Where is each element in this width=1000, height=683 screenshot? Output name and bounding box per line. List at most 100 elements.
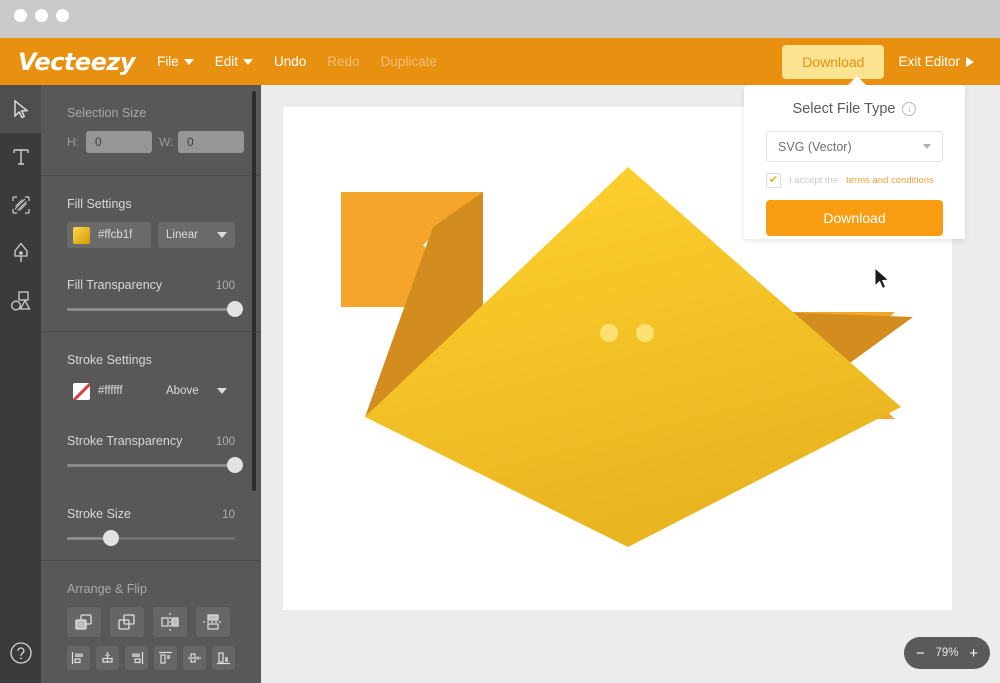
height-input[interactable] bbox=[86, 131, 152, 153]
stroke-size-slider[interactable] bbox=[67, 530, 235, 546]
tool-select-cursor[interactable] bbox=[0, 85, 41, 133]
stroke-transparency-slider-knob[interactable] bbox=[227, 457, 243, 473]
align-bottom-button[interactable] bbox=[212, 646, 235, 670]
fill-transparency-slider-knob[interactable] bbox=[227, 301, 243, 317]
chevron-down-icon bbox=[217, 232, 227, 238]
zoom-control: − 79% + bbox=[904, 637, 990, 669]
dropdown-title-row: Select File Type i bbox=[744, 85, 965, 117]
stroke-color-swatch bbox=[73, 382, 90, 400]
zoom-out-button[interactable]: − bbox=[916, 646, 925, 661]
exit-editor-button[interactable]: Exit Editor bbox=[886, 45, 986, 78]
stroke-size-header: Stroke Size 10 bbox=[67, 487, 235, 521]
download-file-type-panel: Select File Type i SVG (Vector) ✔ I acce… bbox=[744, 76, 965, 239]
align-center-v-button[interactable] bbox=[183, 646, 206, 670]
check-icon: ✔ bbox=[768, 174, 779, 186]
stroke-transparency-slider[interactable] bbox=[67, 457, 243, 473]
stroke-transparency-slider-fill bbox=[67, 464, 235, 467]
file-type-select[interactable]: SVG (Vector) bbox=[766, 131, 943, 162]
fill-color-swatch bbox=[73, 226, 90, 244]
tool-text[interactable] bbox=[0, 133, 41, 181]
stroke-settings-title: Stroke Settings bbox=[67, 353, 152, 367]
dropdown-pointer bbox=[847, 76, 867, 86]
align-right-button[interactable] bbox=[125, 646, 148, 670]
chevron-down-icon bbox=[217, 388, 227, 394]
selection-size-section: Selection Size H: W: bbox=[41, 85, 261, 175]
tool-transform[interactable] bbox=[0, 181, 41, 229]
align-center-h-button[interactable] bbox=[96, 646, 119, 670]
menu-item-file-label: File bbox=[156, 54, 179, 69]
menu-item-undo[interactable]: Undo bbox=[274, 54, 306, 69]
sidebar-scrollbar[interactable] bbox=[252, 91, 256, 491]
stroke-position-value: Above bbox=[166, 385, 199, 397]
terms-prefix-label: I accept the bbox=[789, 175, 839, 186]
send-backward-button[interactable] bbox=[110, 607, 144, 637]
properties-sidebar: Selection Size H: W: Fill Settings #ffcb… bbox=[41, 85, 261, 683]
fill-transparency-slider[interactable] bbox=[67, 301, 243, 317]
fill-color-swatch-button[interactable]: #ffcb1f bbox=[67, 222, 151, 248]
arrange-flip-title: Arrange & Flip bbox=[67, 582, 147, 596]
fill-transparency-slider-fill bbox=[67, 308, 235, 311]
stroke-transparency-label: Stroke Transparency bbox=[67, 434, 183, 448]
tool-strip bbox=[0, 85, 41, 683]
flip-horizontal-button[interactable] bbox=[153, 607, 187, 637]
stroke-size-label: Stroke Size bbox=[67, 507, 131, 521]
fill-transparency-label: Fill Transparency bbox=[67, 278, 163, 292]
stroke-size-slider-knob[interactable] bbox=[102, 530, 119, 546]
menu-item-duplicate[interactable]: Duplicate bbox=[381, 54, 437, 69]
menu-item-edit-label: Edit bbox=[214, 54, 239, 69]
stroke-color-swatch-button[interactable]: #ffffff bbox=[67, 378, 151, 404]
selection-size-title: Selection Size bbox=[67, 106, 147, 120]
tool-pen[interactable] bbox=[0, 229, 41, 277]
file-type-value: SVG (Vector) bbox=[778, 139, 852, 154]
menu-item-redo[interactable]: Redo bbox=[327, 54, 359, 69]
width-label: W: bbox=[159, 135, 174, 149]
fill-type-select[interactable]: Linear bbox=[158, 222, 235, 248]
arrange-flip-section: Arrange & Flip bbox=[41, 561, 261, 683]
window-minimize-dot[interactable] bbox=[35, 9, 48, 22]
info-icon[interactable]: i bbox=[902, 102, 917, 116]
tool-shapes[interactable] bbox=[0, 277, 41, 325]
stroke-controls: #ffffff Above bbox=[67, 378, 235, 414]
arrange-buttons-row bbox=[67, 607, 235, 646]
terms-row: ✔ I accept the terms and conditions bbox=[766, 173, 943, 188]
zoom-level-value: 79% bbox=[935, 647, 959, 659]
fill-transparency-header: Fill Transparency 100 bbox=[67, 258, 235, 292]
vecteezy-logo[interactable]: Vecteezy bbox=[18, 48, 135, 76]
dropdown-title: Select File Type bbox=[792, 101, 896, 117]
download-button[interactable]: Download bbox=[782, 44, 885, 79]
main-menu: File Edit Undo Redo Duplicate bbox=[157, 54, 437, 69]
menu-item-edit[interactable]: Edit bbox=[214, 54, 254, 69]
stroke-size-value: 10 bbox=[222, 509, 235, 521]
zoom-in-button[interactable]: + bbox=[969, 646, 978, 661]
confirm-download-button[interactable]: Download bbox=[766, 200, 943, 236]
window-close-dot[interactable] bbox=[14, 9, 27, 22]
help-button[interactable] bbox=[0, 631, 41, 675]
stroke-hex-value: #ffffff bbox=[98, 385, 123, 397]
terms-and-conditions-link[interactable]: terms and conditions bbox=[846, 175, 934, 186]
chevron-down-icon bbox=[183, 58, 194, 65]
accept-terms-checkbox[interactable]: ✔ bbox=[766, 173, 781, 188]
window-maximize-dot[interactable] bbox=[56, 9, 69, 22]
bring-forward-button[interactable] bbox=[67, 607, 101, 637]
stroke-position-select[interactable]: Above bbox=[158, 378, 235, 404]
selection-size-fields: H: W: bbox=[67, 131, 244, 175]
toolbar-right-actions: Download Exit Editor bbox=[782, 44, 986, 79]
align-left-button[interactable] bbox=[67, 646, 90, 670]
align-buttons-row bbox=[67, 646, 235, 683]
fish-eye-right bbox=[636, 324, 654, 342]
fill-transparency-value: 100 bbox=[215, 280, 235, 292]
menu-item-file[interactable]: File bbox=[157, 54, 194, 69]
stroke-transparency-header: Stroke Transparency 100 bbox=[67, 414, 235, 448]
flip-vertical-button[interactable] bbox=[196, 607, 230, 637]
stroke-settings-section: Stroke Settings #ffffff Above Stroke Tra… bbox=[41, 332, 261, 546]
chevron-down-icon bbox=[243, 58, 254, 65]
stroke-transparency-value: 100 bbox=[215, 436, 235, 448]
height-label: H: bbox=[67, 135, 79, 149]
align-top-button[interactable] bbox=[154, 646, 177, 670]
fish-eye-left bbox=[600, 324, 618, 342]
width-input[interactable] bbox=[178, 131, 244, 153]
window-controls bbox=[14, 9, 69, 22]
chevron-down-icon bbox=[923, 144, 931, 149]
fill-settings-section: Fill Settings #ffcb1f Linear Fill Transp… bbox=[41, 176, 261, 317]
fill-hex-value: #ffcb1f bbox=[98, 229, 133, 241]
